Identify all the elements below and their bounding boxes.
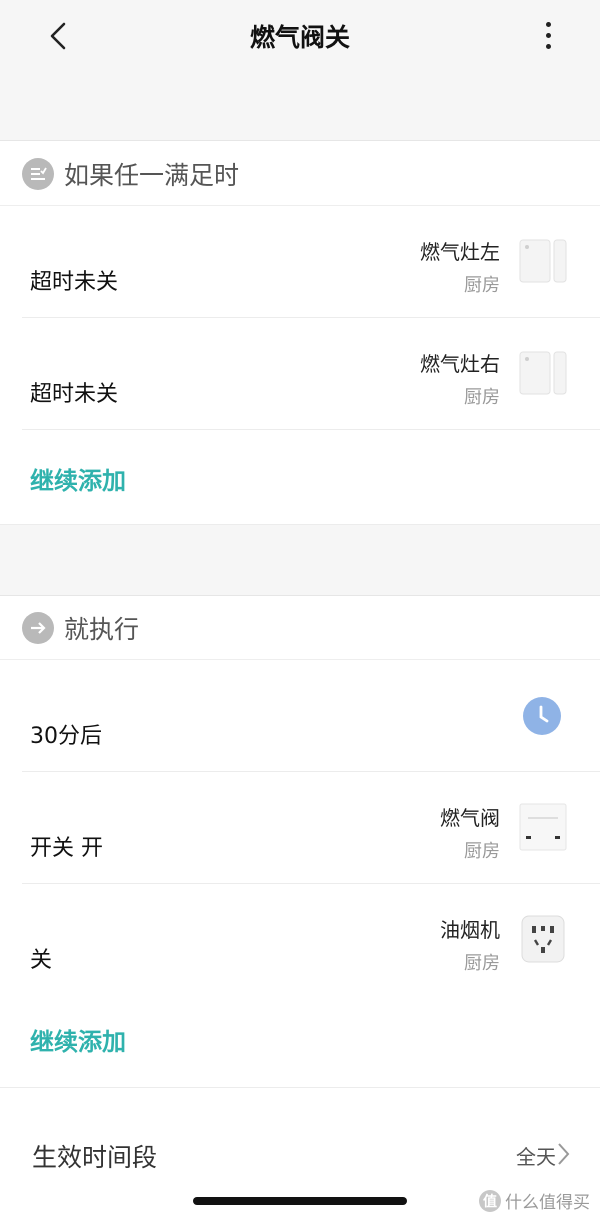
- top-bar: 燃气阀关: [0, 0, 600, 141]
- watermark-logo: 值: [479, 1189, 501, 1212]
- door-sensor-icon: [519, 351, 567, 395]
- schedule-label: 生效时间段: [32, 1143, 158, 1172]
- action-row[interactable]: 30分后: [22, 660, 600, 772]
- device-room: 厨房: [464, 953, 500, 974]
- device-name: 燃气阀: [440, 806, 500, 830]
- device-room: 厨房: [464, 841, 500, 862]
- condition-row[interactable]: 超时未关 燃气灶右 厨房: [22, 318, 600, 430]
- watermark: 值 什么值得买: [479, 1188, 590, 1213]
- switch-controller-icon: [519, 803, 567, 851]
- condition-trigger: 超时未关: [30, 382, 119, 407]
- dot: [545, 32, 551, 38]
- chevron-right-icon: [558, 1143, 570, 1165]
- device-name: 油烟机: [440, 918, 500, 942]
- page-title: 燃气阀关: [249, 23, 350, 52]
- home-indicator[interactable]: [193, 1197, 407, 1205]
- conditions-label: 如果任一满足时: [64, 160, 240, 190]
- action-row[interactable]: 开关 开 燃气阀 厨房: [22, 772, 600, 884]
- section-divider: [0, 524, 600, 596]
- add-action-button[interactable]: 继续添加: [30, 1022, 126, 1057]
- conditions-header: 如果任一满足时: [0, 142, 600, 206]
- device-name: 燃气灶左: [420, 240, 500, 264]
- arrow-right-icon: [22, 611, 54, 644]
- device-name: 燃气灶右: [420, 352, 500, 376]
- action-text: 关: [30, 948, 53, 973]
- action-row[interactable]: 关 油烟机 厨房: [22, 884, 600, 996]
- actions-header: 就执行: [0, 596, 600, 660]
- dot: [545, 43, 551, 49]
- condition-trigger: 超时未关: [30, 270, 119, 295]
- device-room: 厨房: [464, 387, 500, 408]
- actions-label: 就执行: [64, 614, 140, 644]
- schedule-value: 全天: [516, 1145, 556, 1169]
- dot: [545, 21, 551, 27]
- add-condition-button[interactable]: 继续添加: [30, 461, 126, 496]
- door-sensor-icon: [519, 239, 567, 283]
- condition-row[interactable]: 超时未关 燃气灶左 厨房: [22, 206, 600, 318]
- action-text: 开关 开: [30, 836, 103, 861]
- device-room: 厨房: [464, 275, 500, 296]
- condition-list-icon: [22, 157, 54, 190]
- more-options-button[interactable]: [536, 18, 560, 52]
- smart-plug-icon: [521, 915, 565, 963]
- watermark-text: 什么值得买: [505, 1193, 590, 1213]
- action-text: 30分后: [30, 724, 102, 749]
- clock-icon: [523, 697, 561, 735]
